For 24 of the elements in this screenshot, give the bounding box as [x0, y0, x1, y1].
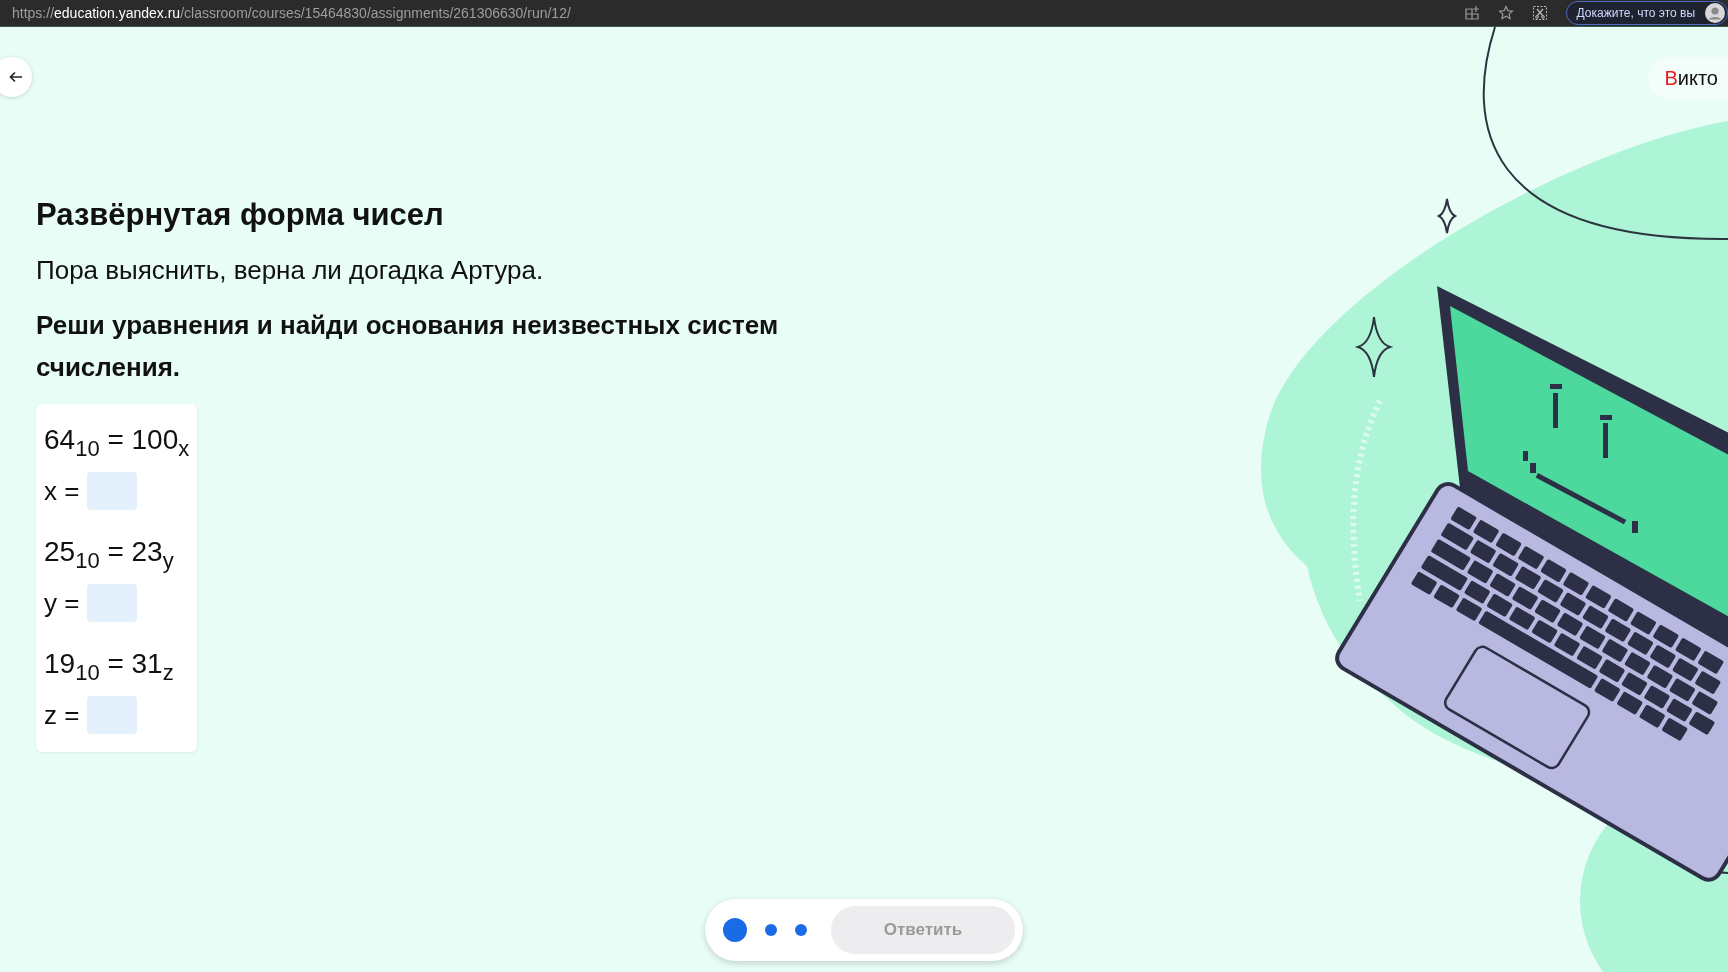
screenshot-icon[interactable]: [1531, 5, 1548, 21]
answer-field[interactable]: [87, 584, 138, 622]
back-arrow-icon: [8, 69, 24, 85]
user-name-chip[interactable]: Викто: [1648, 57, 1728, 99]
step-dot[interactable]: [765, 924, 777, 936]
instruction-text: Реши уравнения и найди основания неизвестных систем счисления.: [36, 309, 780, 384]
profile-button[interactable]: Докажите, что это вы: [1565, 1, 1728, 25]
step-dot[interactable]: [723, 918, 747, 942]
equation: 25$_{10}$ = 23$_{y}$: [44, 535, 175, 575]
tab-grid-icon[interactable]: [1463, 5, 1480, 21]
task-title: Развёрнутая форма чисел: [36, 197, 445, 233]
step-dot[interactable]: [795, 924, 807, 936]
back-button[interactable]: [0, 57, 32, 97]
answer-label: x =: [44, 475, 80, 507]
answer-label: y =: [44, 587, 80, 619]
star-icon[interactable]: [1497, 5, 1514, 21]
answer-field[interactable]: [87, 472, 138, 510]
answer-field[interactable]: [87, 696, 138, 734]
intro-text: Пора выяснить, верна ли догадка Артура.: [36, 255, 545, 286]
equation: 64$_{10}$ = 100$_{x}$: [44, 423, 190, 463]
equation: 19$_{10}$ = 31$_{z}$: [44, 647, 175, 687]
address-bar[interactable]: https://education.yandex.ru/classroom/courses/15464830/assignments/261306630/run/12/: [12, 5, 571, 21]
answer-label: z =: [44, 699, 80, 731]
avatar-icon: [1705, 3, 1725, 23]
